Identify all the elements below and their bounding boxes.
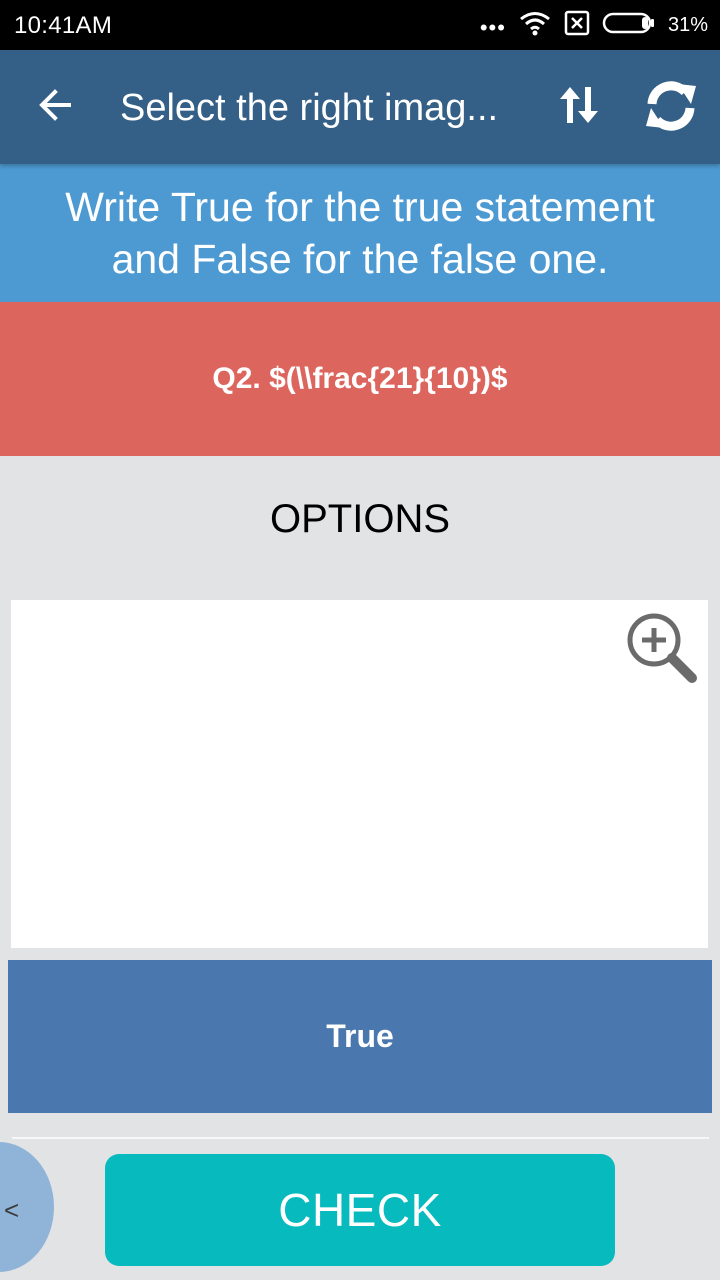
chevron-left-icon: < — [4, 1195, 20, 1225]
status-bar: 10:41AM ••• 31% — [0, 0, 720, 50]
wifi-icon — [518, 10, 552, 41]
sim-blocked-icon — [564, 10, 590, 41]
zoom-in-button[interactable] — [624, 610, 700, 686]
arrow-left-icon — [35, 85, 75, 130]
instruction-text: Write True for the true statement and Fa… — [0, 164, 720, 302]
refresh-button[interactable] — [640, 78, 702, 138]
status-time: 10:41AM — [14, 12, 113, 39]
option-image-panel[interactable] — [11, 600, 708, 948]
option-true-button[interactable]: True — [8, 960, 712, 1113]
sort-button[interactable] — [552, 80, 606, 134]
page-title: Select the right imag... — [120, 87, 499, 129]
back-button[interactable] — [30, 82, 80, 132]
zoom-in-icon — [624, 613, 700, 690]
status-icons: ••• 31% — [480, 10, 708, 40]
check-button[interactable]: CHECK — [105, 1154, 615, 1266]
battery-icon — [602, 11, 656, 40]
app-bar: Select the right imag... — [0, 50, 720, 164]
battery-percent: 31% — [667, 13, 708, 36]
options-heading: OPTIONS — [269, 497, 451, 541]
status-dots: ••• — [479, 15, 506, 40]
refresh-icon — [642, 80, 700, 137]
question-text: Q2. $(\\frac{21}{10})$ — [0, 302, 720, 456]
divider — [12, 1137, 709, 1139]
screen: 10:41AM ••• 31% Select the right imag...… — [0, 0, 720, 1280]
sort-arrows-icon — [557, 85, 601, 130]
